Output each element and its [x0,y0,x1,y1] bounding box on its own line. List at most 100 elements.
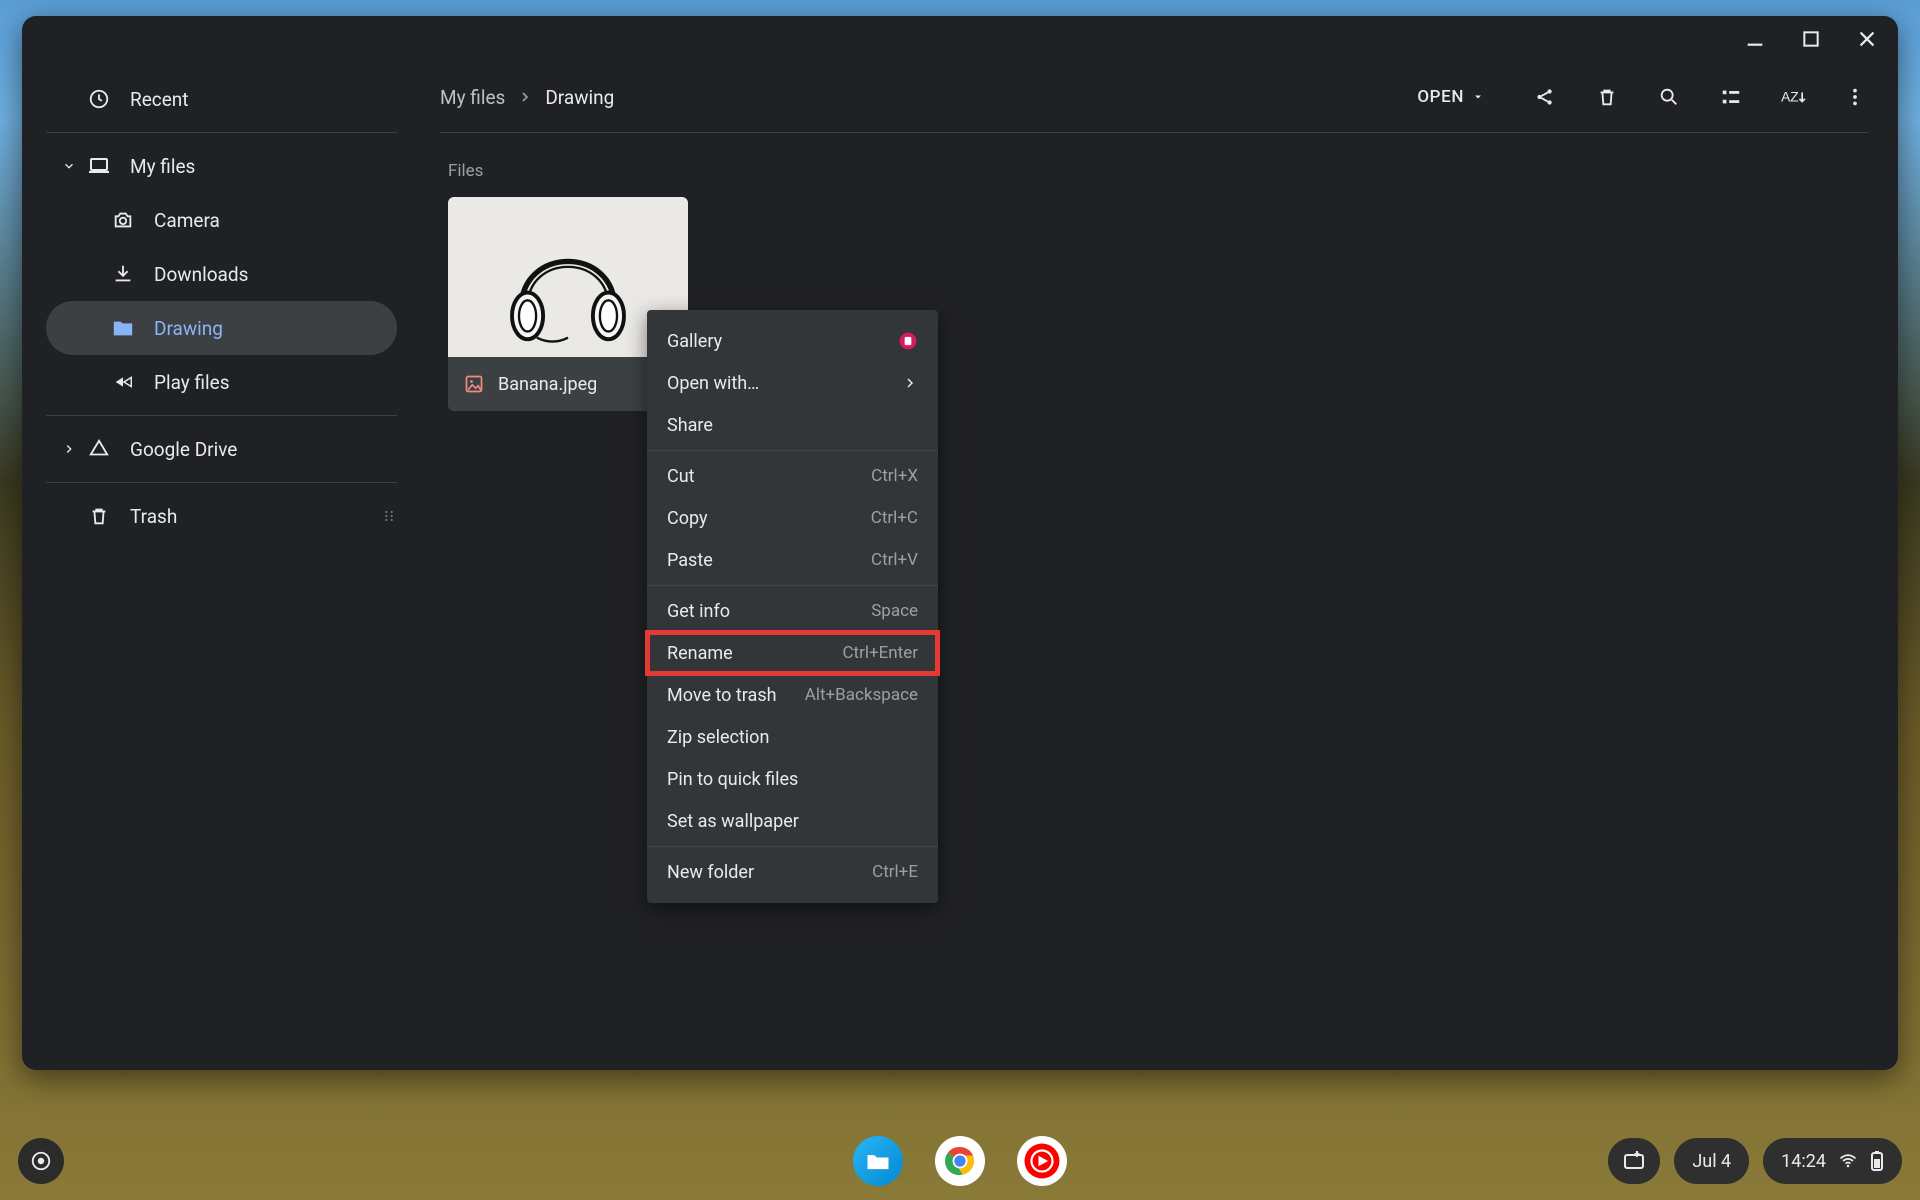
ctx-gallery[interactable]: Gallery [647,320,938,362]
ctx-shortcut: Ctrl+Enter [842,643,918,663]
sidebar-item-playfiles[interactable]: Play files [22,355,421,409]
divider [647,450,938,451]
ctx-cut[interactable]: Cut Ctrl+X [647,455,938,497]
ctx-share[interactable]: Share [647,404,938,446]
sidebar-item-label: Play files [154,371,230,394]
divider [647,846,938,847]
ctx-shortcut: Alt+Backspace [805,685,918,705]
ctx-rename[interactable]: Rename Ctrl+Enter [647,632,938,674]
chrome-icon [939,1140,981,1182]
ctx-shortcut: Space [871,601,918,621]
sidebar-item-label: Camera [154,209,220,232]
breadcrumb-root[interactable]: My files [440,86,505,109]
svg-text:AZ: AZ [1781,90,1799,105]
file-name: Banana.jpeg [498,374,597,395]
close-button[interactable] [1856,28,1878,50]
camera-icon [110,209,136,231]
open-button[interactable]: OPEN [1407,87,1494,107]
sidebar-item-label: Downloads [154,263,248,286]
ctx-get-info[interactable]: Get info Space [647,590,938,632]
view-toggle-button[interactable] [1718,84,1744,110]
sidebar-item-downloads[interactable]: Downloads [22,247,421,301]
ctx-label: Rename [667,643,733,664]
maximize-button[interactable] [1800,28,1822,50]
ctx-open-with[interactable]: Open with… [647,362,938,404]
context-menu: Gallery Open with… Share Cut Ctrl+X Copy… [647,310,938,903]
share-button[interactable] [1532,84,1558,110]
sidebar-item-drawing[interactable]: Drawing [46,301,397,355]
shelf-files-app[interactable] [853,1136,903,1186]
ctx-pin[interactable]: Pin to quick files [647,758,938,800]
ctx-label: Pin to quick files [667,769,798,790]
divider [46,482,397,483]
ctx-label: Set as wallpaper [667,811,799,832]
shelf-date-pill[interactable]: Jul 4 [1674,1138,1749,1184]
ctx-label: Zip selection [667,727,769,748]
ctx-label: Open with… [667,373,759,394]
ctx-wallpaper[interactable]: Set as wallpaper [647,800,938,842]
shelf-chrome-app[interactable] [935,1136,985,1186]
drag-handle-icon[interactable] [381,508,397,524]
divider [46,415,397,416]
more-button[interactable] [1842,84,1868,110]
ctx-new-folder[interactable]: New folder Ctrl+E [647,851,938,893]
drive-icon [86,438,112,460]
ctx-label: Copy [667,508,708,529]
launcher-button[interactable] [18,1138,64,1184]
sidebar: Recent My files Camera [22,66,422,1070]
shelf-status-pill[interactable]: 14:24 [1763,1138,1902,1184]
minimize-button[interactable] [1744,28,1766,50]
trash-icon [86,505,112,527]
files-app-window: Recent My files Camera [22,16,1898,1070]
chevron-right-icon [902,375,918,391]
ctx-shortcut: Ctrl+E [872,862,918,882]
ctx-move-to-trash[interactable]: Move to trash Alt+Backspace [647,674,938,716]
image-icon [464,374,484,394]
main-panel: My files Drawing OPEN [422,66,1898,1070]
sidebar-item-label: Drawing [154,317,223,340]
toolbar: My files Drawing OPEN [440,72,1868,122]
sidebar-item-label: Recent [130,88,189,111]
chevron-right-icon [517,89,533,105]
ctx-zip[interactable]: Zip selection [647,716,938,758]
delete-button[interactable] [1594,84,1620,110]
shelf-screenshot-button[interactable] [1608,1138,1660,1184]
ctx-shortcut: Ctrl+C [871,508,918,528]
sidebar-myfiles[interactable]: My files [22,139,421,193]
divider [46,132,397,133]
headphones-image [488,207,648,347]
ctx-shortcut: Ctrl+X [871,466,918,486]
ctx-copy[interactable]: Copy Ctrl+C [647,497,938,539]
play-icon [110,371,136,393]
ctx-shortcut: Ctrl+V [871,550,918,570]
titlebar [22,16,1898,66]
ctx-label: Get info [667,601,730,622]
sidebar-item-label: My files [130,155,195,178]
divider [647,585,938,586]
sidebar-item-label: Google Drive [130,438,237,461]
breadcrumb-current[interactable]: Drawing [545,86,614,109]
folder-icon [110,317,136,339]
sort-button[interactable]: AZ [1780,84,1806,110]
youtube-music-icon [1021,1140,1063,1182]
divider [440,132,1868,133]
screenshot-icon [1622,1149,1646,1173]
shelf-ytmusic-app[interactable] [1017,1136,1067,1186]
ctx-label: Cut [667,466,695,487]
chevron-right-icon [52,442,86,456]
folder-icon [864,1147,892,1175]
ctx-paste[interactable]: Paste Ctrl+V [647,539,938,581]
ctx-label: Paste [667,550,713,571]
section-label: Files [448,161,1868,181]
ctx-label: New folder [667,862,754,883]
sidebar-recent[interactable]: Recent [22,72,421,126]
sidebar-item-camera[interactable]: Camera [22,193,421,247]
search-button[interactable] [1656,84,1682,110]
breadcrumb: My files Drawing [440,86,614,109]
sidebar-googledrive[interactable]: Google Drive [22,422,421,476]
caret-down-icon [1472,91,1484,103]
wifi-icon [1838,1151,1858,1171]
shelf-time: 14:24 [1781,1151,1826,1172]
sidebar-trash[interactable]: Trash [22,489,421,543]
shelf: Jul 4 14:24 [0,1122,1920,1200]
